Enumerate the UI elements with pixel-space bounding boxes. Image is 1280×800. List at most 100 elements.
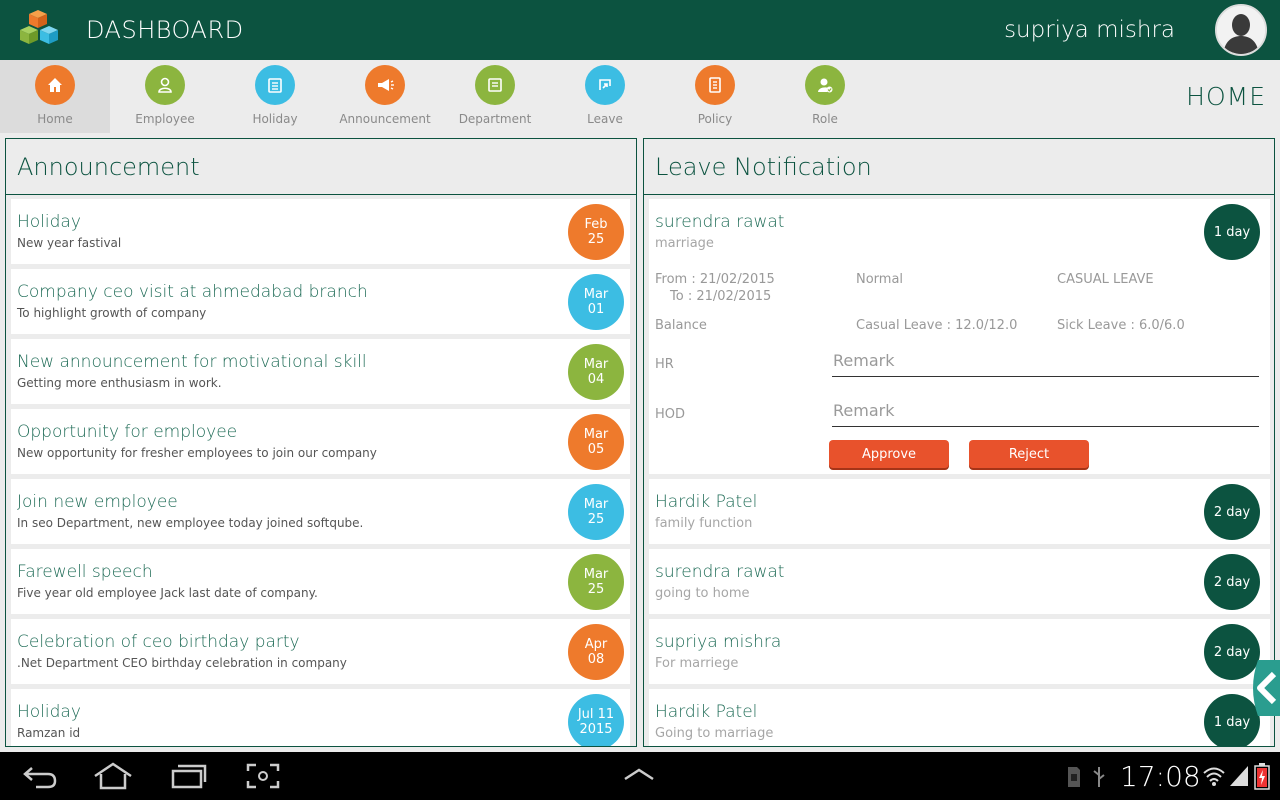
home-button-icon[interactable]	[92, 762, 134, 790]
announcement-item[interactable]: Holiday Ramzan id Jul 11 2015	[11, 689, 630, 746]
announcement-panel: Announcement Holiday New year fastival F…	[5, 138, 637, 747]
reject-button[interactable]: Reject	[969, 440, 1089, 468]
hr-label: HR	[655, 357, 674, 372]
leave-days-badge: 2 day	[1204, 554, 1260, 610]
date-badge: Apr 08	[568, 624, 624, 680]
leave-reason: marriage	[655, 236, 714, 251]
date-day: 25	[587, 512, 605, 527]
announcement-icon	[365, 65, 405, 105]
date-day: 25	[587, 582, 605, 597]
nav-home-label: Home	[37, 112, 73, 126]
leave-days-badge: 1 day	[1204, 204, 1260, 260]
system-navigation-bar: 17:08	[0, 752, 1280, 800]
nav-leave[interactable]: Leave	[550, 60, 660, 133]
announcement-title: Farewell speech	[17, 562, 153, 582]
announcement-subtitle: To highlight growth of company	[17, 306, 207, 320]
main-nav: Home Employee Holiday Announcement Depar…	[0, 60, 1280, 133]
announcement-title: Holiday	[17, 212, 81, 232]
announcement-item[interactable]: Join new employee In seo Department, new…	[11, 479, 630, 544]
nav-department-label: Department	[458, 112, 532, 126]
date-badge: Jul 11 2015	[568, 694, 624, 746]
user-silhouette-icon	[1217, 6, 1265, 54]
date-day: 04	[587, 372, 605, 387]
department-icon	[475, 65, 515, 105]
page-title: HOME	[1186, 82, 1266, 111]
date-day: 08	[587, 652, 605, 667]
leave-notification-panel: Leave Notification surendra rawat marria…	[643, 138, 1275, 747]
holiday-icon	[255, 65, 295, 105]
leave-days-badge: 2 day	[1204, 484, 1260, 540]
announcement-subtitle: .Net Department CEO birthday celebration…	[17, 656, 347, 670]
leave-request-expanded[interactable]: surendra rawat marriage 1 day From : 21/…	[649, 199, 1270, 474]
role-icon	[805, 65, 845, 105]
casual-leave-balance: Casual Leave : 12.0/12.0	[856, 318, 1018, 333]
nav-announcement-label: Announcement	[339, 112, 431, 126]
app-title: DASHBOARD	[86, 16, 244, 44]
leave-employee-name: Hardik Patel	[655, 492, 758, 512]
announcement-subtitle: New opportunity for fresher employees to…	[17, 446, 377, 460]
home-icon	[35, 65, 75, 105]
date-month: Jul 11	[577, 707, 615, 722]
announcement-subtitle: Getting more enthusiasm in work.	[17, 376, 222, 390]
announcement-title: Holiday	[17, 702, 81, 722]
signal-icon	[1230, 766, 1248, 786]
nav-department[interactable]: Department	[440, 60, 550, 133]
nav-home[interactable]: Home	[0, 60, 110, 133]
leave-request-item[interactable]: surendra rawat going to home 2 day	[649, 549, 1270, 614]
usb-icon	[1093, 767, 1105, 787]
user-avatar[interactable]	[1215, 4, 1267, 56]
nav-leave-label: Leave	[587, 112, 623, 126]
nav-holiday[interactable]: Holiday	[220, 60, 330, 133]
date-month: Mar	[583, 497, 609, 512]
date-day: 01	[587, 302, 605, 317]
nav-role-label: Role	[812, 112, 838, 126]
nav-policy[interactable]: Policy	[660, 60, 770, 133]
back-icon[interactable]	[22, 764, 58, 790]
leave-request-item[interactable]: Hardik Patel Going to marriage 1 day	[649, 689, 1270, 746]
announcement-heading: Announcement	[6, 139, 636, 195]
drawer-toggle-chevron-icon[interactable]	[1248, 660, 1280, 716]
announcement-subtitle: Ramzan id	[17, 726, 81, 740]
date-day: 25	[587, 232, 605, 247]
date-badge: Mar 01	[568, 274, 624, 330]
date-month: Mar	[583, 357, 609, 372]
policy-icon	[695, 65, 735, 105]
recent-apps-icon[interactable]	[170, 763, 208, 789]
leave-request-item[interactable]: Hardik Patel family function 2 day	[649, 479, 1270, 544]
screenshot-icon[interactable]	[246, 763, 280, 789]
leave-type: Normal	[856, 272, 904, 287]
announcement-item[interactable]: New announcement for motivational skill …	[11, 339, 630, 404]
user-name[interactable]: supriya mishra	[1004, 17, 1175, 43]
announcement-item[interactable]: Celebration of ceo birthday party .Net D…	[11, 619, 630, 684]
leave-reason: going to home	[655, 586, 750, 601]
leave-reason: For marriege	[655, 656, 739, 671]
leave-employee-name: Hardik Patel	[655, 702, 758, 722]
announcement-item[interactable]: Farewell speech Five year old employee J…	[11, 549, 630, 614]
hod-remark-input[interactable]	[832, 395, 1259, 427]
announcement-item[interactable]: Opportunity for employee New opportunity…	[11, 409, 630, 474]
hr-remark-input[interactable]	[832, 345, 1259, 377]
nav-role[interactable]: Role	[770, 60, 880, 133]
app-logo-icon	[20, 10, 58, 44]
battery-icon	[1254, 763, 1270, 790]
leave-request-item[interactable]: supriya mishra For marriege 2 day	[649, 619, 1270, 684]
announcement-item[interactable]: Holiday New year fastival Feb 25	[11, 199, 630, 264]
sick-leave-balance: Sick Leave : 6.0/6.0	[1057, 318, 1185, 333]
wifi-icon	[1203, 767, 1225, 786]
date-month: Apr	[584, 637, 608, 652]
date-month: Mar	[583, 287, 609, 302]
approve-button[interactable]: Approve	[829, 440, 949, 468]
date-badge: Feb 25	[568, 204, 624, 260]
employee-icon	[145, 65, 185, 105]
date-badge: Mar 05	[568, 414, 624, 470]
chevron-up-icon[interactable]	[622, 766, 656, 782]
announcement-subtitle: In seo Department, new employee today jo…	[17, 516, 364, 530]
date-month: Mar	[583, 567, 609, 582]
announcement-subtitle: Five year old employee Jack last date of…	[17, 586, 318, 600]
leave-employee-name: surendra rawat	[655, 212, 785, 232]
date-badge: Mar 25	[568, 484, 624, 540]
nav-announcement[interactable]: Announcement	[330, 60, 440, 133]
announcement-title: Company ceo visit at ahmedabad branch	[17, 282, 368, 302]
announcement-item[interactable]: Company ceo visit at ahmedabad branch To…	[11, 269, 630, 334]
nav-employee[interactable]: Employee	[110, 60, 220, 133]
